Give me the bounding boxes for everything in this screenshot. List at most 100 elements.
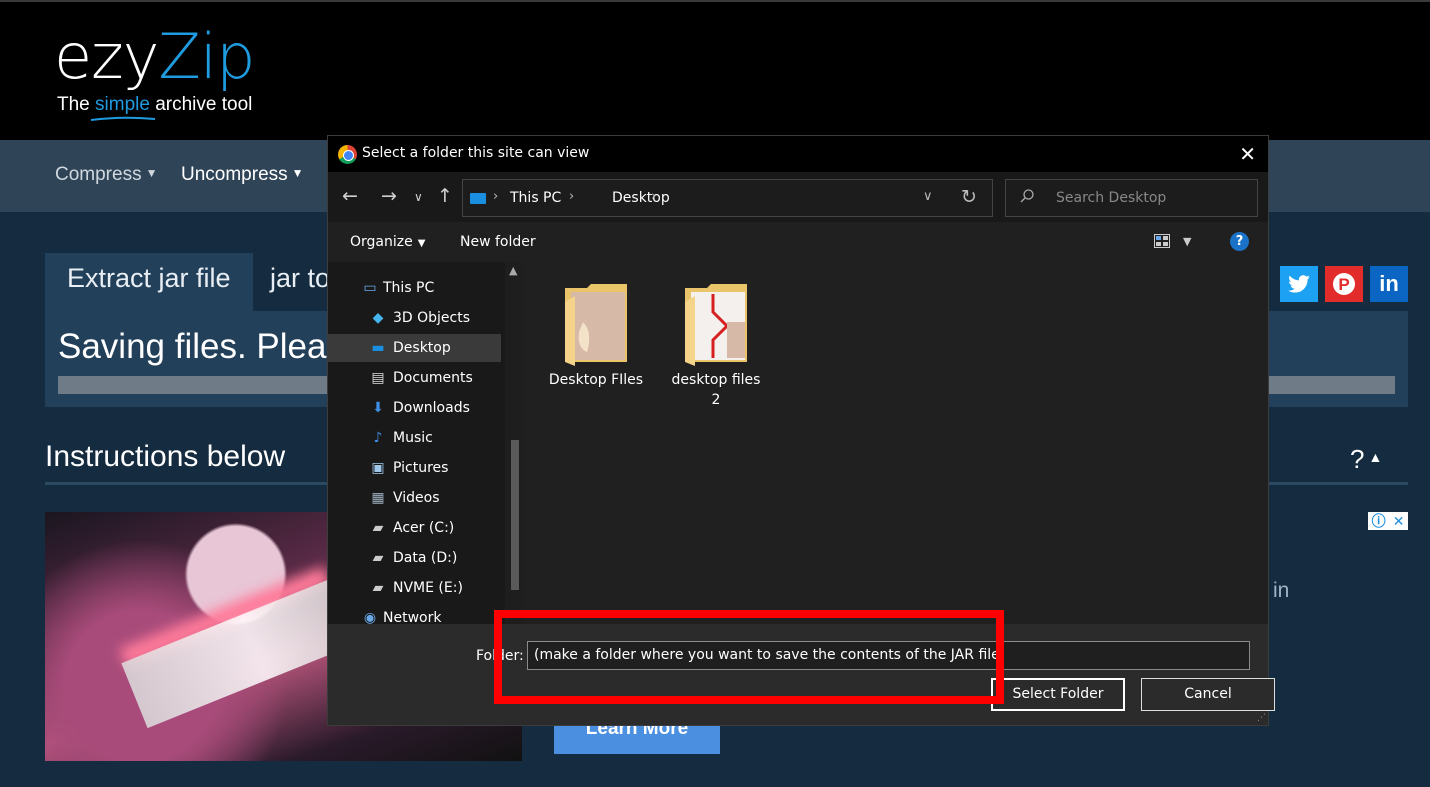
- saving-status-text: Saving files. Please: [58, 327, 364, 366]
- sidebar-item-label: Pictures: [393, 460, 449, 476]
- resize-grip-icon[interactable]: ⋰: [1257, 713, 1266, 723]
- folder-desktop-files-2[interactable]: desktop files 2: [661, 282, 771, 410]
- site-header: ezyZip The simple archive tool: [0, 0, 1430, 140]
- sidebar-item-network[interactable]: ◉ Network: [328, 604, 501, 624]
- chevron-right-icon[interactable]: ›: [569, 189, 574, 204]
- back-arrow-icon[interactable]: ←: [342, 185, 358, 207]
- dialog-titlebar: Select a folder this site can view ✕: [328, 136, 1268, 172]
- sidebar-item-this-pc[interactable]: ▭ This PC: [328, 274, 501, 302]
- desktop-icon: ▬: [371, 340, 385, 356]
- search-placeholder: Search Desktop: [1056, 190, 1167, 206]
- file-label: desktop files 2: [671, 372, 761, 408]
- ezyzip-logo[interactable]: ezyZip The simple archive tool: [54, 26, 255, 121]
- folder-icon: [565, 284, 627, 366]
- sidebar-item-label: 3D Objects: [393, 310, 471, 326]
- sidebar-item-label: Desktop: [393, 340, 451, 356]
- scroll-up-icon[interactable]: ▲: [509, 264, 517, 277]
- sidebar-item-label: Downloads: [393, 400, 470, 416]
- ad-info-close-icon[interactable]: ⓘ ✕: [1368, 512, 1408, 530]
- chevron-right-icon[interactable]: ›: [493, 189, 498, 204]
- chevron-down-icon[interactable]: ∨: [923, 189, 933, 204]
- dialog-title: Select a folder this site can view: [362, 145, 590, 161]
- view-caret-down-icon[interactable]: ▼: [1183, 235, 1191, 248]
- sidebar-item-documents[interactable]: ▤ Documents: [328, 364, 501, 392]
- up-arrow-icon[interactable]: ↑: [437, 185, 453, 207]
- drive-icon: ▰: [372, 520, 384, 536]
- search-icon: [1020, 189, 1034, 203]
- ad-side-text: in: [1273, 579, 1290, 602]
- sidebar-item-label: NVME (E:): [393, 580, 463, 596]
- sidebar-item-label: Music: [393, 430, 433, 446]
- address-row: ← → ∨ ↑ › This PC › Desktop › ∨ ↻ Search…: [328, 172, 1268, 222]
- logo-text-ezy: ezy: [54, 20, 159, 93]
- pinterest-icon[interactable]: P: [1325, 266, 1363, 302]
- download-icon: ⬇: [372, 400, 384, 416]
- instructions-heading: Instructions below: [45, 440, 286, 473]
- nav-scrollbar[interactable]: ▲: [505, 262, 524, 624]
- sidebar-item-label: Data (D:): [393, 550, 458, 566]
- nav-uncompress[interactable]: Uncompress ▼: [181, 164, 304, 186]
- swoosh-icon: [90, 116, 156, 121]
- chrome-icon: [338, 145, 357, 164]
- caret-up-icon: ▲: [1368, 449, 1383, 465]
- breadcrumb-this-pc[interactable]: This PC: [510, 190, 561, 206]
- tab-extract-jar[interactable]: Extract jar file: [45, 253, 253, 311]
- sidebar-item-label: Documents: [393, 370, 473, 386]
- new-folder-button[interactable]: New folder: [460, 234, 536, 250]
- picture-icon: ▣: [371, 460, 385, 476]
- file-list: Desktop FIles desktop files 2: [525, 262, 1268, 624]
- video-icon: ▦: [371, 490, 385, 506]
- scroll-thumb[interactable]: [511, 440, 519, 590]
- chevron-right-icon[interactable]: ›: [651, 189, 656, 204]
- help-toggle[interactable]: ? ▲: [1350, 444, 1382, 475]
- logo-text-zip: Zip: [158, 20, 255, 93]
- navigation-pane: ▭ This PC ◆ 3D Objects ▬ Desktop ▤ Documents ⬇ Do…: [328, 262, 524, 624]
- sidebar-item-desktop[interactable]: ▬ Desktop: [328, 334, 501, 362]
- forward-arrow-icon[interactable]: →: [381, 185, 397, 207]
- breadcrumb-desktop[interactable]: Desktop: [612, 190, 670, 206]
- address-bar[interactable]: › This PC › Desktop › ∨ ↻: [462, 179, 993, 217]
- sidebar-item-data-d[interactable]: ▰ Data (D:): [328, 544, 501, 572]
- help-icon[interactable]: ?: [1230, 232, 1249, 251]
- recent-chevron-down-icon[interactable]: ∨: [414, 190, 423, 204]
- sidebar-item-music[interactable]: ♪ Music: [328, 424, 501, 452]
- cube-icon: ◆: [372, 310, 384, 326]
- pc-icon: [470, 193, 486, 204]
- drive-icon: ▰: [372, 550, 384, 566]
- folder-icon: [685, 284, 747, 366]
- logo-tagline: The simple archive tool: [57, 94, 253, 115]
- folder-desktop-files[interactable]: Desktop FIles: [541, 282, 651, 390]
- linkedin-icon[interactable]: in: [1370, 266, 1408, 302]
- highlight-annotation-box: [494, 610, 1004, 704]
- sidebar-item-label: Videos: [393, 490, 440, 506]
- svg-text:P: P: [1338, 275, 1349, 294]
- cancel-button[interactable]: Cancel: [1141, 678, 1275, 711]
- select-folder-button[interactable]: Select Folder: [991, 678, 1125, 711]
- twitter-icon[interactable]: [1280, 266, 1318, 302]
- sidebar-item-downloads[interactable]: ⬇ Downloads: [328, 394, 501, 422]
- sidebar-item-acer-c[interactable]: ▰ Acer (C:): [328, 514, 501, 542]
- sidebar-item-label: This PC: [383, 280, 435, 296]
- sidebar-item-pictures[interactable]: ▣ Pictures: [328, 454, 501, 482]
- organize-button[interactable]: Organize ▼: [350, 234, 425, 250]
- sidebar-item-3d-objects[interactable]: ◆ 3D Objects: [328, 304, 501, 332]
- drive-icon: ▰: [372, 580, 384, 596]
- sidebar-item-nvme-e[interactable]: ▰ NVME (E:): [328, 574, 501, 602]
- close-icon[interactable]: ✕: [1239, 142, 1256, 166]
- caret-down-icon: ▼: [145, 166, 158, 180]
- caret-down-icon: ▼: [291, 166, 304, 180]
- network-icon: ◉: [363, 610, 377, 624]
- refresh-icon[interactable]: ↻: [961, 186, 977, 208]
- document-icon: ▤: [371, 370, 385, 386]
- caret-down-icon: ▼: [417, 238, 426, 249]
- search-box[interactable]: Search Desktop: [1005, 179, 1258, 217]
- music-icon: ♪: [373, 430, 383, 446]
- sidebar-item-label: Acer (C:): [393, 520, 455, 536]
- pc-icon: ▭: [363, 280, 377, 296]
- dialog-toolbar: Organize ▼ New folder ▼ ?: [328, 222, 1268, 262]
- view-options-icon[interactable]: [1154, 234, 1170, 248]
- nav-compress[interactable]: Compress ▼: [55, 164, 157, 186]
- file-label: Desktop FIles: [548, 372, 644, 388]
- sidebar-item-videos[interactable]: ▦ Videos: [328, 484, 501, 512]
- sidebar-item-label: Network: [383, 610, 442, 624]
